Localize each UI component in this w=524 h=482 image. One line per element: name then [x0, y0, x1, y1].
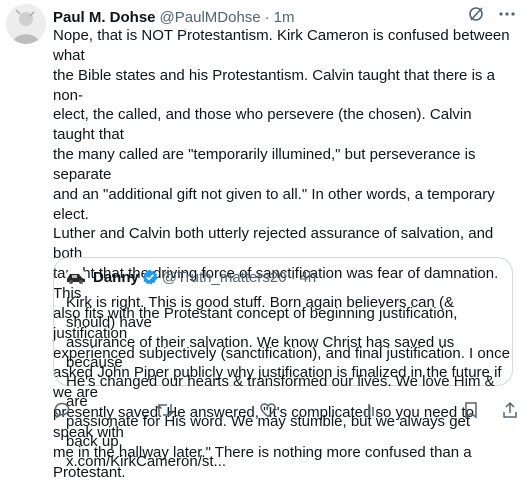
views-icon[interactable]: [361, 401, 379, 419]
quoted-author-avatar: [66, 267, 86, 287]
author-avatar[interactable]: [6, 4, 46, 44]
share-icon[interactable]: [501, 401, 519, 419]
author-name[interactable]: Paul M. Dohse: [53, 9, 156, 26]
tweet-text-line: and an "additional gift not given to all…: [53, 185, 495, 223]
tweet-actions: [53, 400, 519, 420]
reply-icon[interactable]: [53, 401, 71, 419]
tweet-header: Paul M. Dohse @PaulMDohse · 1m: [53, 6, 516, 28]
quoted-link: x.com/KirkCameron/st...: [66, 452, 227, 470]
grok-icon[interactable]: [468, 6, 484, 22]
separator-dot: ·: [290, 268, 296, 286]
quoted-text-line: assurance of their salvation. We know Ch…: [66, 333, 455, 371]
bookmark-icon[interactable]: [463, 401, 479, 419]
quoted-author-handle: @Truth_matters20: [161, 268, 287, 286]
quoted-tweet-header: Danny @Truth_matters20 · 4h: [66, 267, 316, 287]
retweet-icon[interactable]: [155, 401, 175, 419]
quoted-author-name: Danny: [93, 268, 139, 286]
tweet-text-line: the many called are "temporarily illumin…: [53, 146, 476, 183]
separator-dot: ·: [264, 8, 270, 26]
tweet-text-line: elect, the called, and those who perseve…: [53, 106, 472, 144]
quoted-tweet-card[interactable]: Danny @Truth_matters20 · 4h Kirk is righ…: [53, 257, 513, 470]
tweet-time[interactable]: 1m: [274, 9, 295, 26]
author-handle[interactable]: @PaulMDohse: [160, 9, 261, 26]
quoted-tweet-time: 4h: [299, 268, 317, 286]
verified-badge-icon: [142, 269, 158, 285]
tweet-text-line: the Bible states and his Protestantism. …: [53, 66, 495, 104]
quoted-tweet-text: Kirk is right. This is good stuff. Born …: [66, 293, 502, 472]
tweet-text-line: Nope, that is NOT Protestantism. Kirk Ca…: [53, 27, 510, 64]
more-icon[interactable]: [498, 6, 516, 22]
quoted-text-line: Kirk is right. This is good stuff. Born …: [66, 294, 454, 331]
like-icon[interactable]: [259, 401, 277, 419]
